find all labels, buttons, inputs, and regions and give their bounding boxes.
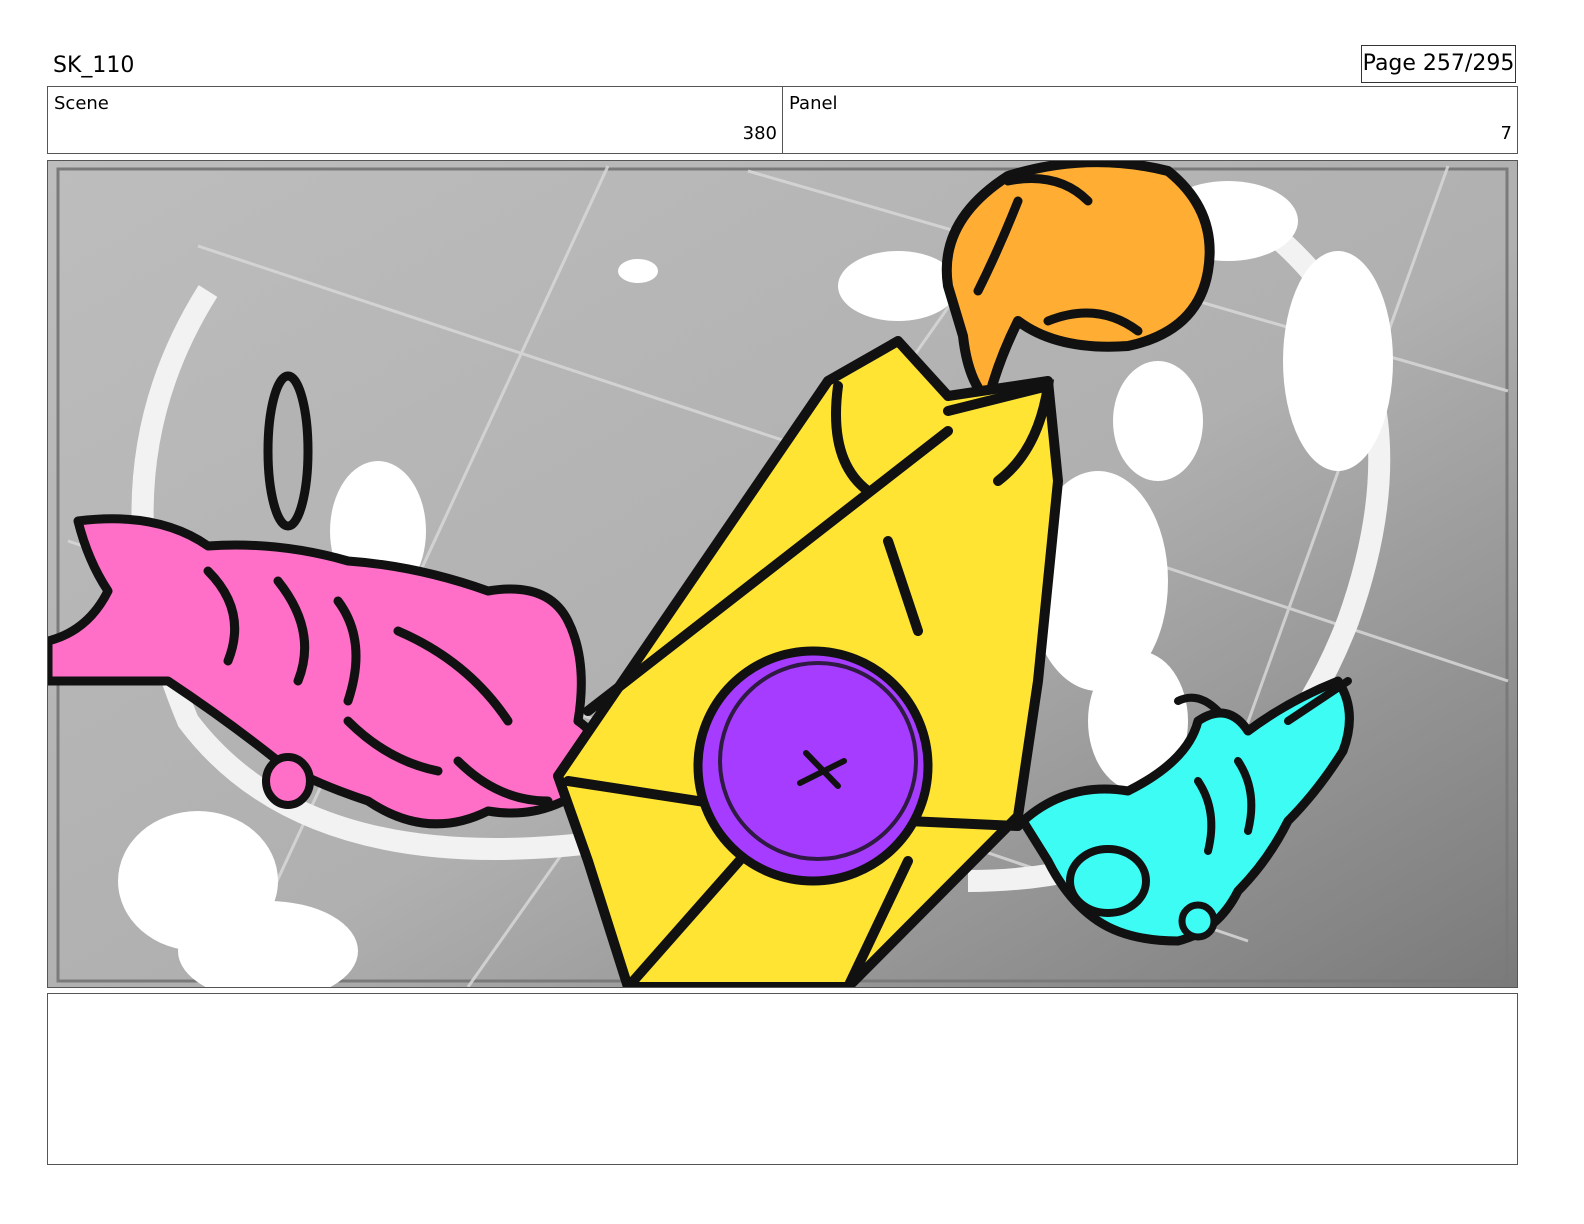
storyboard-drawing xyxy=(48,161,1517,987)
scene-cell: Scene 380 xyxy=(48,87,783,153)
panel-cell: Panel 7 xyxy=(783,87,1517,153)
purple-disc xyxy=(693,646,933,886)
scene-number: 380 xyxy=(742,123,777,144)
project-code: SK_110 xyxy=(53,53,135,78)
panel-label: Panel xyxy=(789,93,838,114)
scene-label: Scene xyxy=(54,93,109,114)
storyboard-frame xyxy=(47,160,1518,988)
panel-number: 7 xyxy=(1500,123,1512,144)
notes-box xyxy=(47,993,1518,1165)
page-number: Page 257/295 xyxy=(1361,45,1516,83)
scene-panel-info: Scene 380 Panel 7 xyxy=(47,86,1518,154)
